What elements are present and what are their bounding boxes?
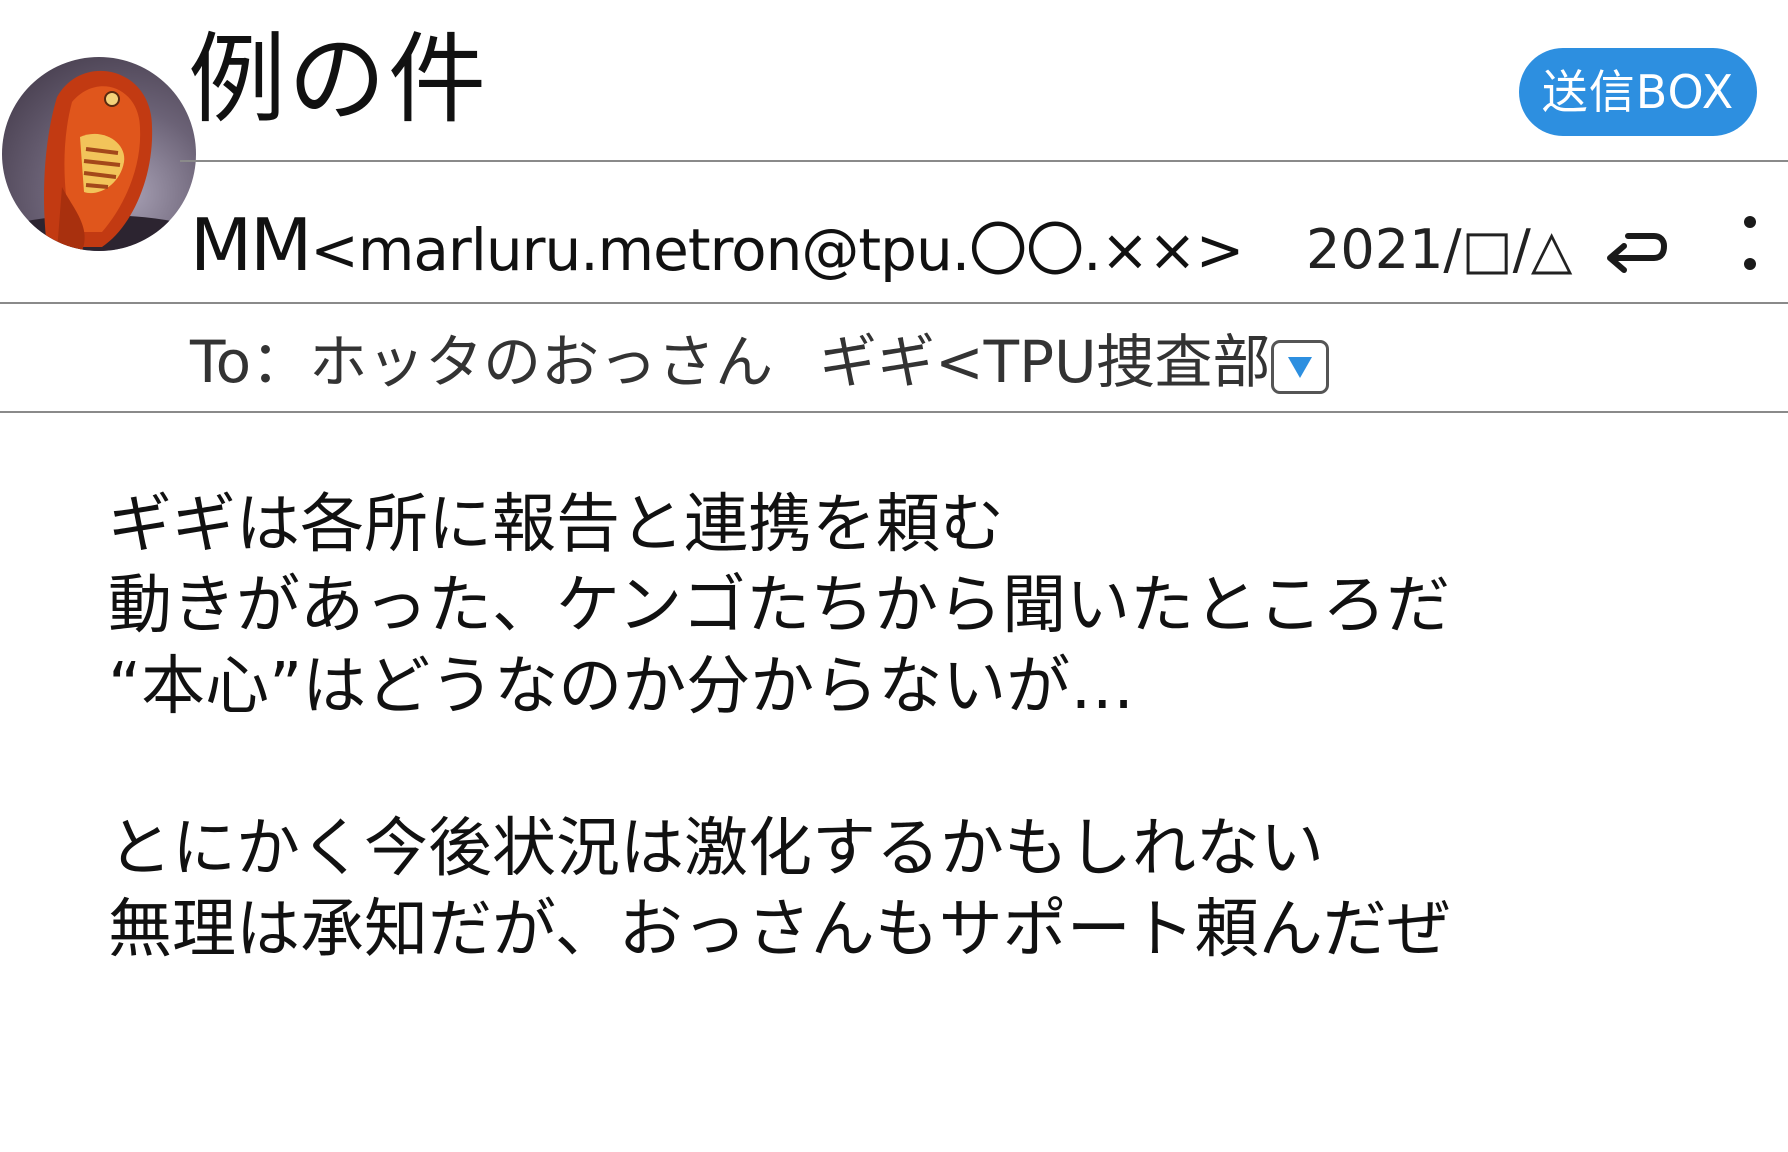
body-line: “本心”はどうなのか分からないが…: [108, 650, 1135, 724]
reply-arrow-icon: [1607, 233, 1668, 273]
sender-address: <marluru.metron@tpu.〇〇.××>: [310, 216, 1244, 284]
sender-avatar[interactable]: [2, 57, 196, 251]
sender-line: MM<marluru.metron@tpu.〇〇.××>: [190, 200, 1244, 290]
reply-button[interactable]: [1598, 214, 1670, 286]
body-line: 無理は承知だが、おっさんもサポート頼んだぜ: [108, 893, 1451, 967]
body-blank-line: [108, 728, 1748, 809]
avatar-image: [2, 70, 196, 251]
expand-recipients-button[interactable]: [1271, 340, 1329, 394]
message-date: 2021/□/△: [1306, 218, 1573, 281]
email-subject: 例の件: [188, 23, 489, 137]
vertical-more-icon: [1744, 216, 1756, 270]
message-body: ギギは各所に報告と連携を頼む 動きがあった、ケンゴたちから聞いたところだ “本心…: [108, 485, 1748, 971]
header-divider: [180, 160, 1788, 162]
body-line: ギギは各所に報告と連携を頼む: [108, 488, 1004, 562]
sender-name: MM: [190, 203, 312, 287]
recipient-2[interactable]: ギギ<TPU捜査部>: [819, 328, 1319, 396]
triangle-down-icon: [1288, 357, 1312, 378]
recipients-line: To：ホッタのおっさん ギギ<TPU捜査部>: [190, 322, 1319, 402]
recipients-divider: [0, 411, 1788, 413]
sender-divider: [0, 302, 1788, 304]
body-line: とにかく今後状況は激化するかもしれない: [108, 812, 1324, 886]
sent-box-badge[interactable]: 送信BOX: [1519, 48, 1757, 136]
recipient-1[interactable]: ホッタのおっさん: [309, 328, 773, 396]
more-options-button[interactable]: [1730, 208, 1770, 288]
body-line: 動きがあった、ケンゴたちから聞いたところだ: [108, 569, 1451, 643]
to-label: To：: [190, 328, 310, 396]
